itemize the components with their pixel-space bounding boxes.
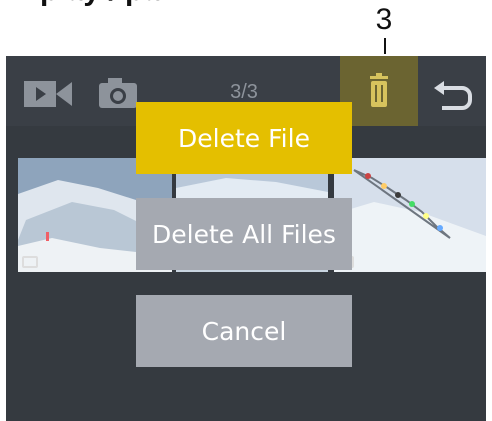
callout-number: 3 — [375, 3, 393, 36]
trash-icon[interactable] — [367, 73, 391, 109]
delete-file-button[interactable]: Delete File — [136, 102, 352, 174]
back-icon[interactable] — [432, 80, 476, 110]
camera-screen: 3/3 Delete File Delete All Files Cancel — [6, 56, 486, 421]
video-icon[interactable] — [24, 79, 72, 109]
cancel-button[interactable]: Cancel — [136, 295, 352, 367]
callout-line — [384, 38, 386, 54]
camera-icon[interactable] — [97, 76, 139, 110]
thumbnail-camera-icon — [22, 256, 38, 268]
page-counter: 3/3 — [230, 81, 258, 103]
delete-all-files-button[interactable]: Delete All Files — [136, 198, 352, 270]
thumbnail-right[interactable] — [334, 158, 486, 272]
top-caption-text: play / pa — [40, 0, 160, 8]
